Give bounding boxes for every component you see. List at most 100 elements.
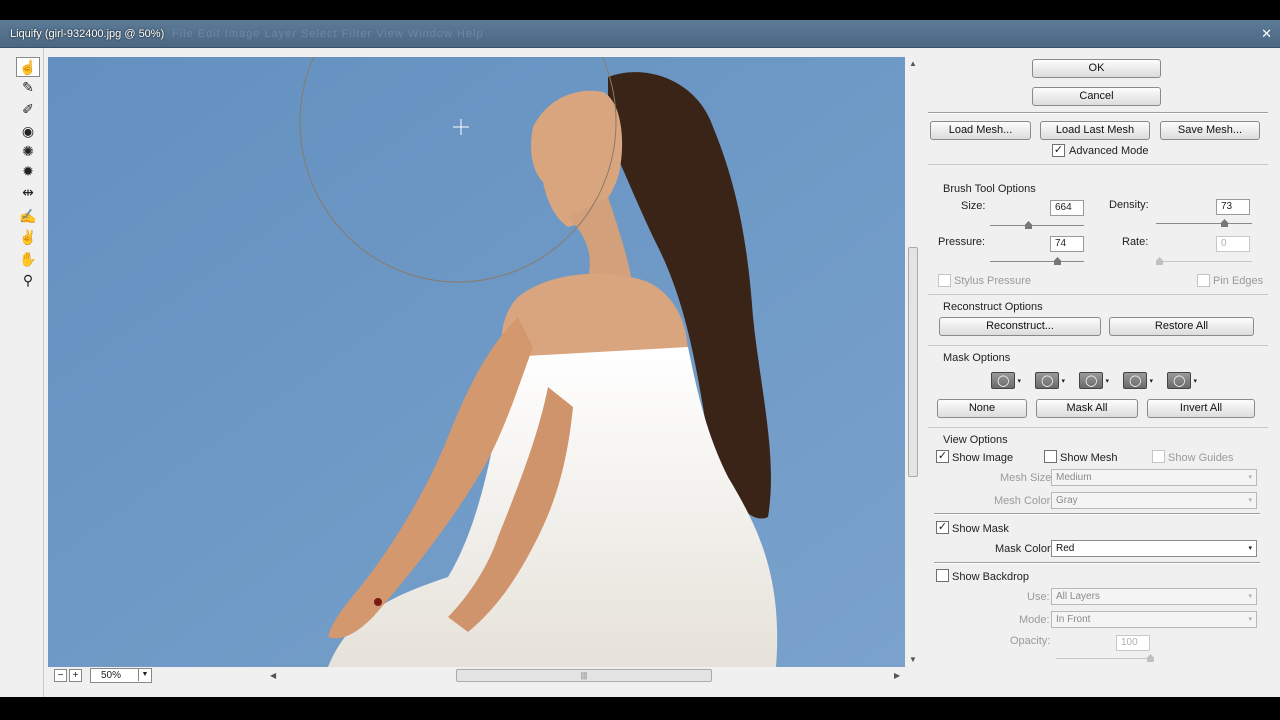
twirl-tool-icon[interactable]: ◉ [16,121,40,141]
zoom-out-button[interactable]: − [54,669,67,682]
mask-color-label: Mask Color: [995,543,1054,555]
add-to-selection-icon[interactable]: ◯ ▾ [1035,371,1065,390]
load-last-mesh-button[interactable]: Load Last Mesh [1040,121,1150,140]
show-backdrop-label: Show Backdrop [952,571,1030,583]
close-icon[interactable]: ✕ [1261,26,1272,42]
vertical-scrollbar[interactable]: ▲ ▼ [906,57,920,667]
preview-image [48,57,905,667]
rate-slider[interactable] [1156,257,1252,265]
view-section-title: View Options [943,434,1008,446]
reconstruct-tool-icon[interactable]: ✎ [16,77,40,97]
vertical-scroll-thumb[interactable] [908,247,918,477]
invert-all-button[interactable]: Invert All [1147,399,1255,418]
pressure-field[interactable]: 74 [1050,236,1084,252]
density-slider-knob[interactable] [1221,219,1228,227]
reconstruct-section-title: Reconstruct Options [943,301,1043,313]
pin-edges-label: Pin Edges [1213,275,1264,287]
show-image-label: Show Image [952,452,1014,464]
show-mesh-label: Show Mesh [1060,452,1118,464]
size-slider-knob[interactable] [1025,221,1032,229]
divider [934,562,1260,564]
save-mesh-button[interactable]: Save Mesh... [1160,121,1260,140]
scroll-right-icon[interactable]: ▶ [894,671,900,680]
show-backdrop-checkbox[interactable] [936,569,949,582]
mask-all-button[interactable]: Mask All [1036,399,1138,418]
show-mask-checkbox[interactable]: ✓ [936,521,949,534]
ok-button[interactable]: OK [1032,59,1161,78]
zoom-tool-icon[interactable]: ⚲ [16,270,40,290]
zoom-dropdown-icon[interactable]: ▼ [138,669,151,681]
mesh-size-select[interactable]: Medium ▾ [1051,469,1257,486]
pressure-slider[interactable] [990,257,1084,265]
invert-selection-icon[interactable]: ◯ ▾ [1167,371,1197,390]
opacity-slider-knob[interactable] [1147,654,1154,662]
mesh-color-label: Mesh Color: [994,495,1054,507]
scroll-up-icon[interactable]: ▲ [909,59,917,68]
options-panel: OK Cancel Load Mesh... Load Last Mesh Sa… [928,48,1268,697]
pucker-tool-icon[interactable]: ✺ [16,141,40,161]
show-guides-checkbox[interactable] [1152,450,1165,463]
window-title: Liquify (girl-932400.jpg @ 50%) [10,28,165,40]
mesh-size-label: Mesh Size: [1000,472,1055,484]
use-select[interactable]: All Layers ▾ [1051,588,1257,605]
stylus-pressure-checkbox[interactable] [938,274,951,287]
cancel-button[interactable]: Cancel [1032,87,1161,106]
scroll-left-icon[interactable]: ◀ [270,671,276,680]
show-mask-label: Show Mask [952,523,1009,535]
rate-label: Rate: [1122,236,1149,248]
forward-warp-tool-icon[interactable]: ☝ [16,57,40,77]
size-label: Size: [961,200,986,212]
advanced-mode-label: Advanced Mode [1069,145,1149,157]
mesh-color-select[interactable]: Gray ▾ [1051,492,1257,509]
mode-label: Mode: [1019,614,1050,626]
pressure-slider-knob[interactable] [1054,257,1061,265]
preview-canvas[interactable] [48,57,905,667]
mask-color-select[interactable]: Red ▾ [1051,540,1257,557]
hand-tool-icon[interactable]: ✋ [16,249,40,269]
brush-section-title: Brush Tool Options [943,183,1036,195]
zoom-in-button[interactable]: + [69,669,82,682]
thaw-mask-tool-icon[interactable]: ✌ [16,227,40,247]
reconstruct-button[interactable]: Reconstruct... [939,317,1101,336]
divider [928,345,1268,346]
zoom-level-value: 50% [101,670,122,681]
advanced-mode-checkbox[interactable]: ✓ [1052,144,1065,157]
divider [928,164,1268,165]
horizontal-scroll-thumb[interactable]: ||| [456,669,712,682]
freeze-mask-tool-icon[interactable]: ✍ [16,206,40,226]
show-image-checkbox[interactable]: ✓ [936,450,949,463]
background-menu-ghost: File Edit Image Layer Select Filter View… [172,28,484,40]
scroll-down-icon[interactable]: ▼ [909,655,917,664]
density-field[interactable]: 73 [1216,199,1250,215]
opacity-slider[interactable] [1056,654,1154,662]
opacity-field[interactable]: 100 [1116,635,1150,651]
mask-section-title: Mask Options [943,352,1011,364]
none-button[interactable]: None [937,399,1027,418]
intersect-with-selection-icon[interactable]: ◯ ▾ [1123,371,1153,390]
title-bar: Liquify (girl-932400.jpg @ 50%) File Edi… [0,20,1280,48]
subtract-from-selection-icon[interactable]: ◯ ▾ [1079,371,1109,390]
density-label: Density: [1109,199,1149,211]
push-left-tool-icon[interactable]: ⇹ [16,182,40,202]
load-mesh-button[interactable]: Load Mesh... [930,121,1031,140]
mode-select[interactable]: In Front ▾ [1051,611,1257,628]
size-slider[interactable] [990,221,1084,229]
horizontal-scrollbar[interactable]: ◀ ||| ▶ [270,668,902,683]
replace-selection-icon[interactable]: ◯ ▾ [991,371,1021,390]
divider [928,112,1268,114]
show-mesh-checkbox[interactable] [1044,450,1057,463]
density-slider[interactable] [1156,219,1252,227]
bloat-tool-icon[interactable]: ✹ [16,161,40,181]
divider [928,294,1268,295]
liquify-dialog: Liquify (girl-932400.jpg @ 50%) File Edi… [0,20,1280,697]
restore-all-button[interactable]: Restore All [1109,317,1254,336]
zoom-bar: − + 50% ▼ ◀ ||| ▶ [48,667,920,685]
rate-field[interactable]: 0 [1216,236,1250,252]
use-label: Use: [1027,591,1050,603]
rate-slider-knob[interactable] [1156,257,1163,265]
opacity-label: Opacity: [1010,635,1051,647]
size-field[interactable]: 664 [1050,200,1084,216]
show-guides-label: Show Guides [1168,452,1234,464]
smooth-tool-icon[interactable]: ✐ [16,99,40,119]
pin-edges-checkbox[interactable] [1197,274,1210,287]
